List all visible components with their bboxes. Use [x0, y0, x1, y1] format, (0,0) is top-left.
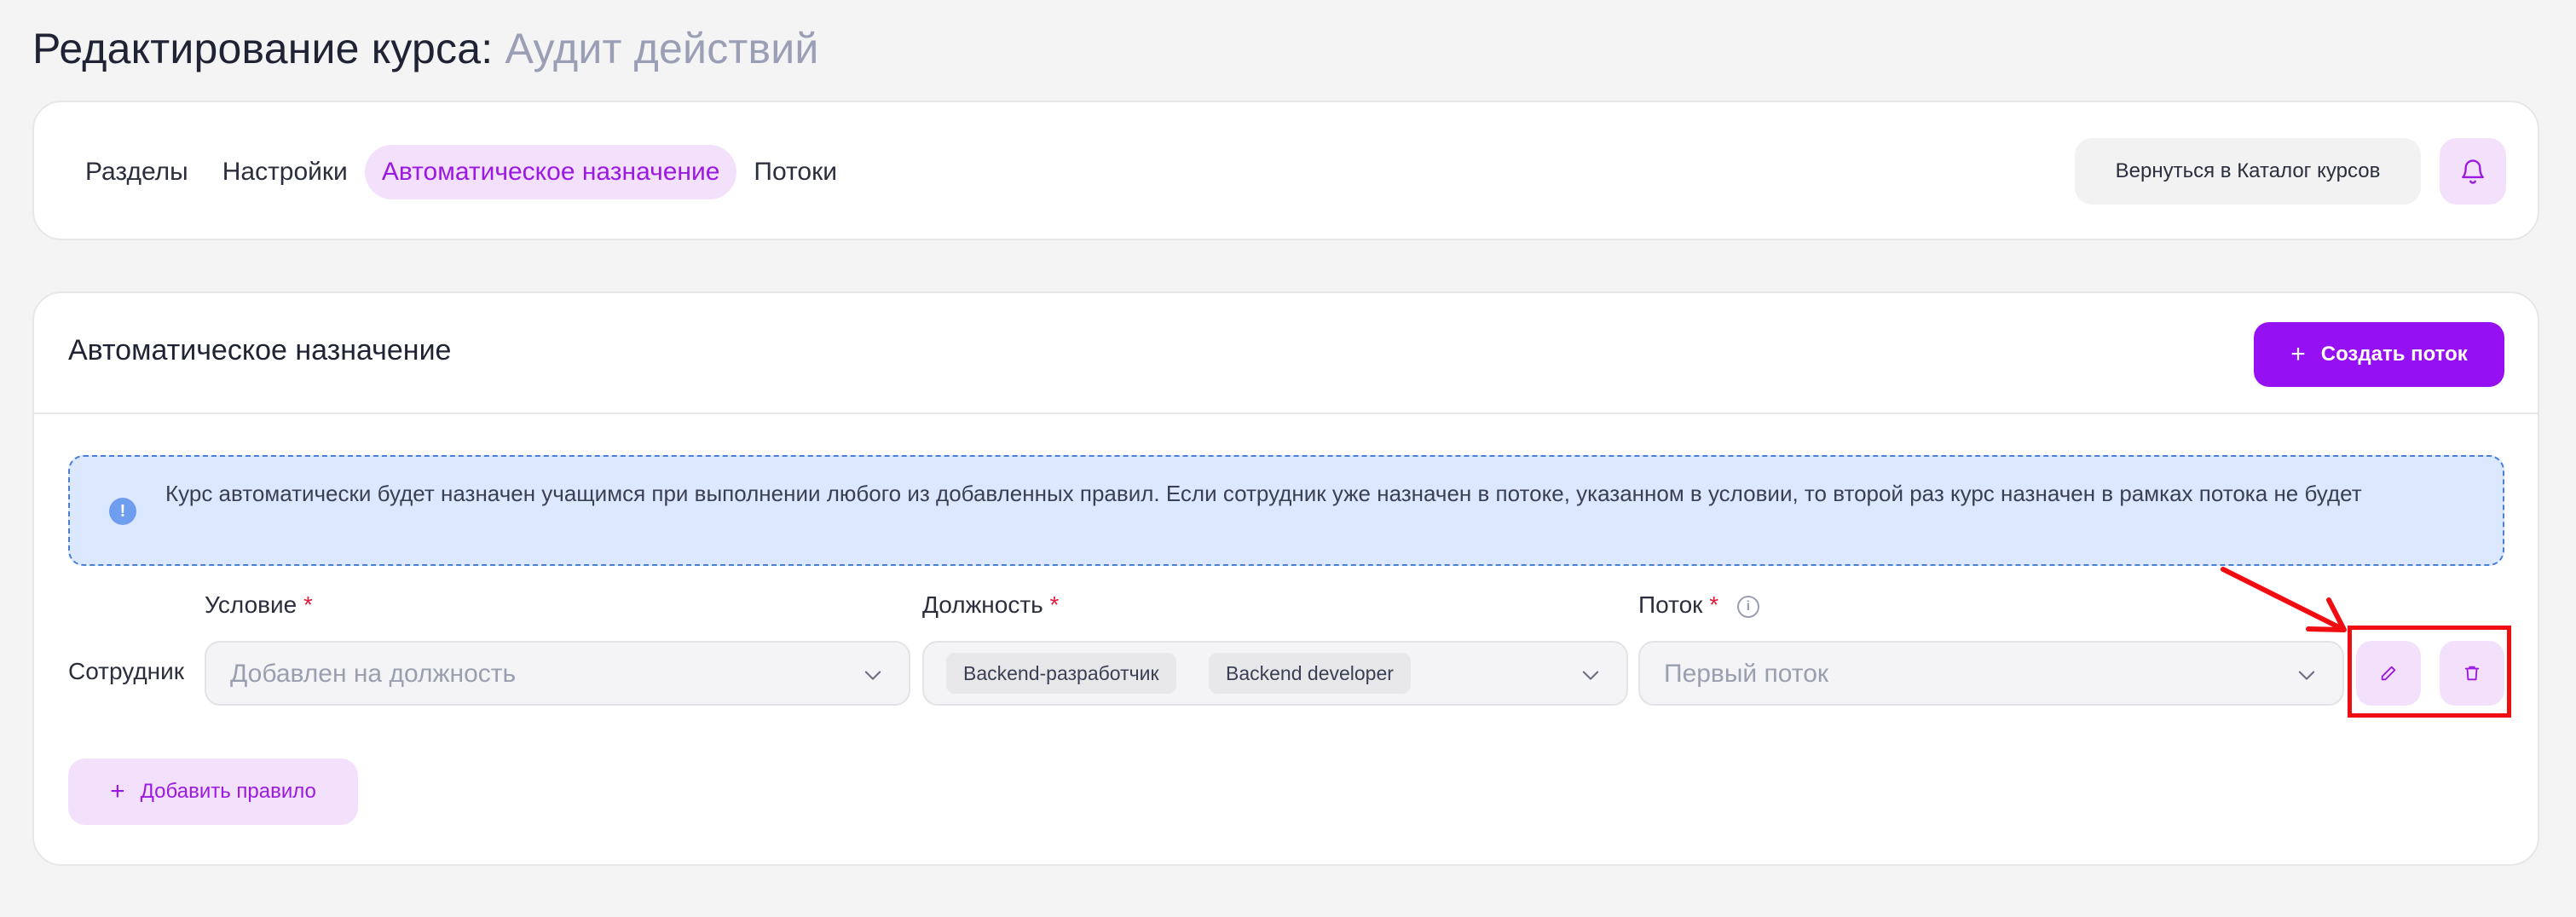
- position-chip[interactable]: Backend developer: [1209, 653, 1411, 694]
- position-label: Должность *: [922, 591, 1059, 619]
- chevron-down-icon: [864, 671, 881, 680]
- back-to-catalog-button[interactable]: Вернуться в Каталог курсов: [2075, 138, 2421, 205]
- required-mark: *: [303, 591, 313, 618]
- tab-streams[interactable]: Потоки: [736, 145, 854, 199]
- tab-settings[interactable]: Настройки: [205, 145, 365, 199]
- stream-select-value: Первый поток: [1664, 660, 1829, 688]
- annotation-arrow: [2221, 567, 2347, 632]
- condition-label-text: Условие: [205, 591, 297, 618]
- tabs-card: Разделы Настройки Автоматическое назначе…: [32, 101, 2539, 240]
- rule-subject-label: Сотрудник: [68, 658, 185, 684]
- condition-label: Условие *: [205, 591, 313, 619]
- course-name: Аудит действий: [505, 25, 819, 72]
- tab-auto-assign[interactable]: Автоматическое назначение: [364, 145, 737, 199]
- chevron-down-icon: [2298, 671, 2315, 680]
- chevron-down-icon: [1582, 671, 1599, 680]
- create-stream-button[interactable]: + Создать поток: [2254, 322, 2504, 387]
- stream-label: Поток * i: [1638, 591, 1759, 619]
- required-mark: *: [1709, 591, 1719, 618]
- position-select[interactable]: Backend-разработчик Backend developer: [922, 641, 1628, 706]
- page-title-prefix: Редактирование курса:: [32, 25, 494, 72]
- notifications-button[interactable]: [2440, 138, 2506, 205]
- page: Редактирование курса: Аудит действий Раз…: [0, 0, 2576, 917]
- info-hint-icon[interactable]: i: [1736, 595, 1759, 618]
- create-stream-label: Создать поток: [2320, 343, 2468, 366]
- highlight-box: [2348, 626, 2511, 718]
- section-title: Автоматическое назначение: [68, 334, 452, 366]
- bell-icon: [2462, 159, 2484, 184]
- auto-assign-card: Автоматическое назначение + Создать пото…: [32, 291, 2539, 866]
- stream-label-text: Поток: [1638, 591, 1703, 618]
- plus-icon: +: [110, 777, 125, 805]
- page-title: Редактирование курса: Аудит действий: [32, 24, 819, 73]
- add-rule-label: Добавить правило: [140, 780, 316, 803]
- condition-select[interactable]: Добавлен на должность: [205, 641, 910, 706]
- plus-icon: +: [2290, 340, 2306, 368]
- position-chip[interactable]: Backend-разработчик: [946, 653, 1176, 694]
- position-label-text: Должность: [922, 591, 1043, 618]
- info-text: Курс автоматически будет назначен учащим…: [165, 481, 2362, 506]
- add-rule-button[interactable]: + Добавить правило: [68, 758, 358, 825]
- info-icon: !: [109, 498, 136, 525]
- tab-sections[interactable]: Разделы: [68, 145, 205, 199]
- card-header: Автоматическое назначение + Создать пото…: [34, 293, 2538, 414]
- info-alert: ! Курс автоматически будет назначен учащ…: [68, 455, 2504, 566]
- stream-select[interactable]: Первый поток: [1638, 641, 2344, 706]
- condition-select-value: Добавлен на должность: [230, 660, 517, 688]
- tabs: Разделы Настройки Автоматическое назначе…: [68, 145, 854, 199]
- required-mark: *: [1049, 591, 1060, 618]
